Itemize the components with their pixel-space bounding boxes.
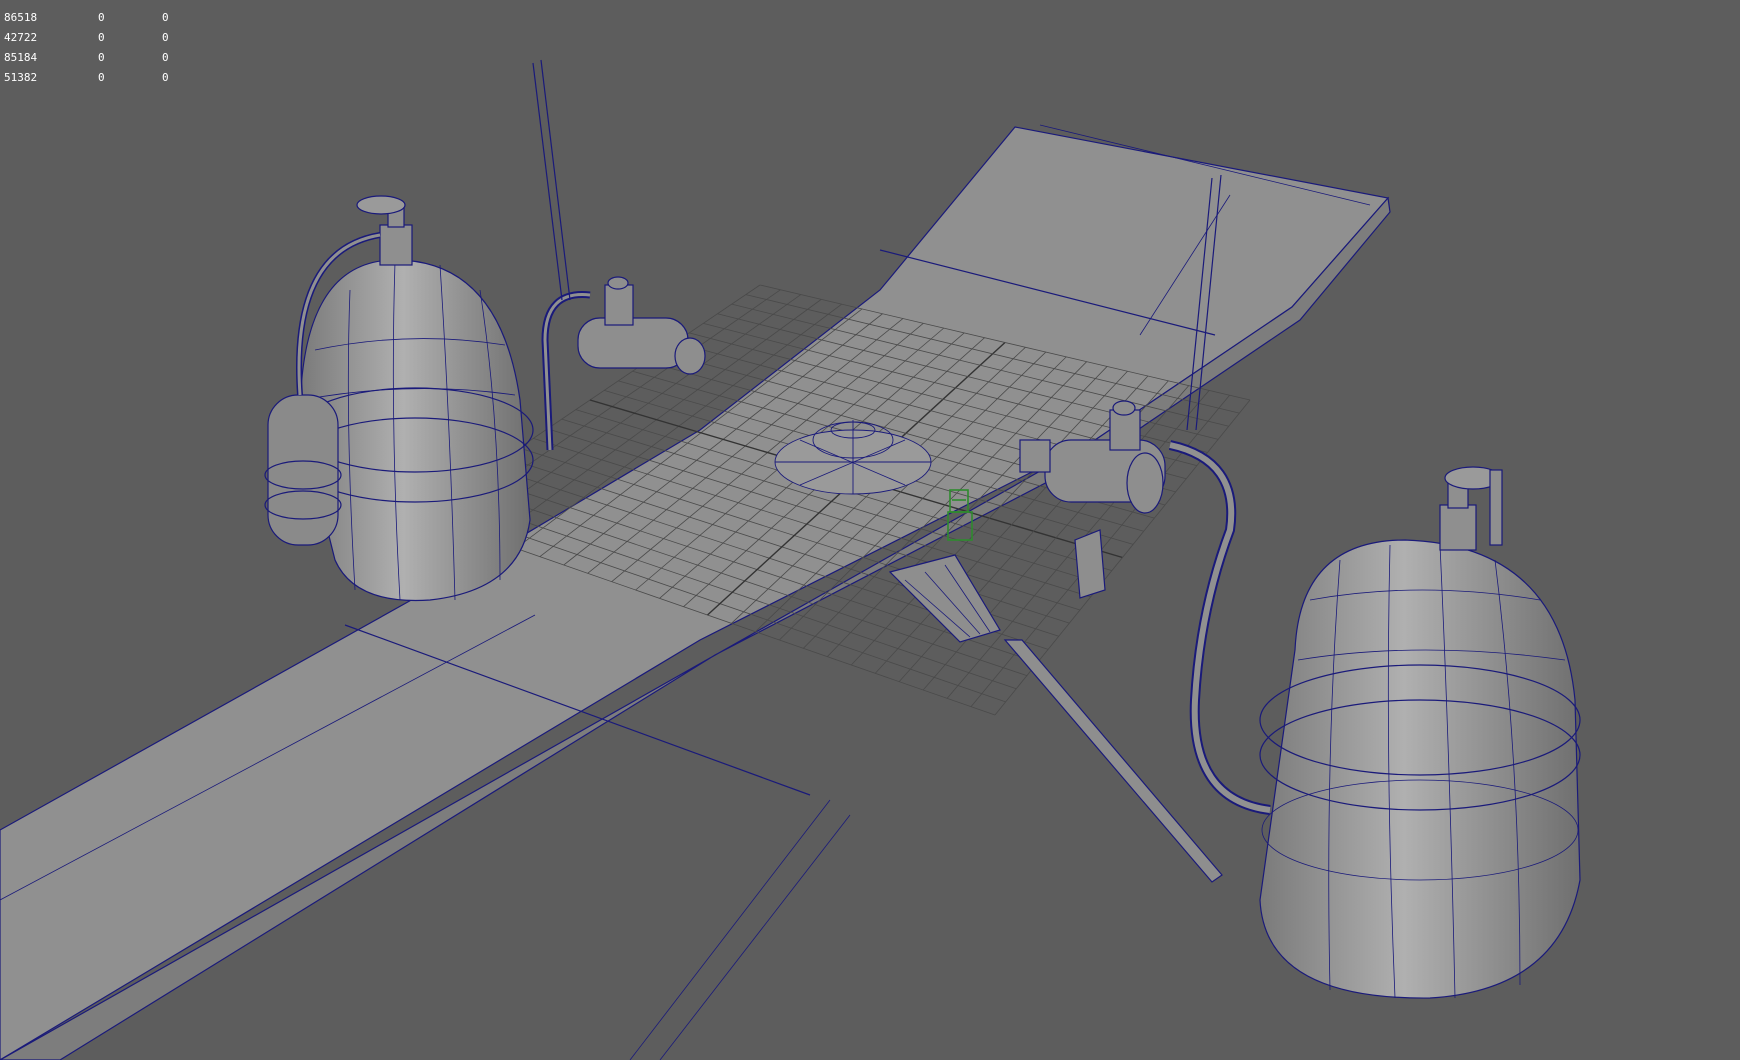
right-tank[interactable]: [1168, 440, 1581, 999]
hud-value: 86518: [4, 11, 38, 24]
hud-row: 42722 0 0: [4, 28, 202, 48]
hud-value: 0: [98, 51, 105, 64]
scene-wireframe[interactable]: [0, 0, 1740, 1060]
hud-value: 0: [162, 31, 169, 44]
hud-value: 0: [162, 51, 169, 64]
hud-stats: 86518 0 0 42722 0 0 85184 0 0 51382 0 0: [4, 8, 202, 88]
hud-value: 85184: [4, 51, 38, 64]
hud-value: 51382: [4, 71, 38, 84]
hud-row: 86518 0 0: [4, 8, 202, 28]
hud-value: 0: [98, 11, 105, 24]
hud-value: 0: [162, 11, 169, 24]
hud-value: 42722: [4, 31, 38, 44]
hud-value: 0: [98, 71, 105, 84]
hud-value: 0: [98, 31, 105, 44]
hud-row: 51382 0 0: [4, 68, 202, 88]
hud-value: 0: [162, 71, 169, 84]
left-tank[interactable]: [264, 195, 534, 602]
3d-viewport[interactable]: 86518 0 0 42722 0 0 85184 0 0 51382 0 0: [0, 0, 1740, 1060]
hud-row: 85184 0 0: [4, 48, 202, 68]
floor-plank[interactable]: [0, 124, 1391, 1060]
